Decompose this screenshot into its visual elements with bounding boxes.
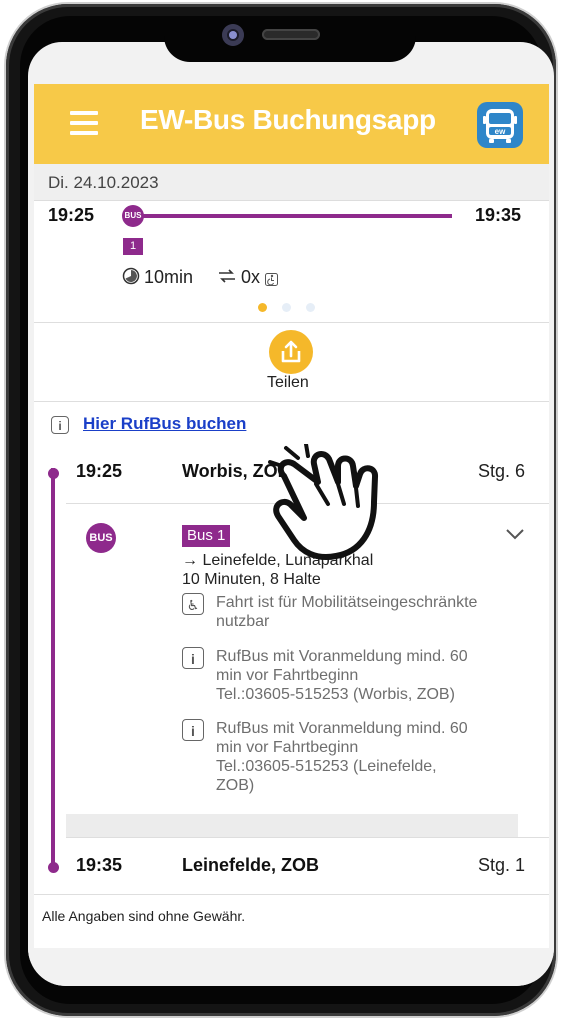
app-header: EW-Bus Buchungsapp ew — [34, 84, 549, 164]
destination-time: 19:35 — [76, 855, 123, 875]
divider — [34, 401, 549, 402]
rufbus-booking-link[interactable]: Hier RufBus buchen — [83, 414, 246, 434]
route-line — [142, 214, 452, 218]
share-button[interactable] — [269, 330, 313, 374]
divider — [34, 322, 549, 323]
phone-frame: EW-Bus Buchungsapp ew Di. 24.10.2023 19:… — [6, 4, 556, 1016]
transfer-count: 0x — [241, 267, 261, 287]
logo-text: ew — [495, 127, 506, 136]
accessibility-note-line: nutzbar — [216, 613, 270, 630]
accessibility-note-line: Fahrt ist für Mobilitätseingeschränkte — [216, 594, 478, 611]
share-label: Teilen — [267, 374, 309, 391]
clock-icon — [122, 267, 140, 288]
chevron-down-icon[interactable] — [504, 527, 526, 541]
timeline-dot-destination — [48, 862, 59, 873]
pager-dot[interactable] — [282, 303, 291, 312]
accessibility-small-icon — [265, 270, 278, 291]
disclaimer-text: Alle Angaben sind ohne Gewähr. — [42, 908, 246, 924]
transfer-icon — [217, 267, 237, 288]
pointing-hand-icon — [268, 444, 378, 560]
screen-bottom-area — [28, 948, 554, 986]
info-icon: i — [51, 416, 69, 434]
destination-platform: Stg. 1 — [478, 855, 526, 875]
pager-dot-active[interactable] — [258, 303, 267, 312]
timeline-line — [51, 468, 55, 868]
origin-time: 19:25 — [76, 461, 123, 481]
rufbus-note-line: min vor Fahrtbeginn — [216, 667, 359, 684]
info-icon: i — [182, 719, 204, 741]
divider — [66, 837, 549, 838]
bus-line-badge: Bus 1 — [182, 525, 231, 547]
rufbus-note-line: min vor Fahrtbeginn — [216, 739, 359, 756]
front-camera — [222, 24, 244, 46]
date-bar: Di. 24.10.2023 — [34, 164, 549, 201]
departure-time: 19:25 — [48, 205, 95, 225]
timeline-dot-origin — [48, 468, 59, 479]
earpiece-speaker — [262, 29, 320, 40]
app-window: EW-Bus Buchungsapp ew Di. 24.10.2023 19:… — [34, 84, 549, 948]
origin-platform: Stg. 6 — [478, 461, 526, 481]
rufbus-note-line: RufBus mit Voranmeldung mind. 60 — [216, 720, 468, 737]
arrival-time: 19:35 — [475, 205, 522, 225]
trip-date: Di. 24.10.2023 — [48, 173, 159, 192]
phone-screen: EW-Bus Buchungsapp ew Di. 24.10.2023 19:… — [28, 42, 554, 986]
leg-footer-bar — [66, 814, 518, 837]
share-icon — [281, 340, 301, 363]
rufbus-note-line: ZOB) — [216, 777, 255, 794]
destination-stop-name: Leinefelde, ZOB — [182, 855, 320, 875]
wheelchair-icon: ♿ — [182, 593, 204, 615]
info-icon: i — [182, 647, 204, 669]
rufbus-note-line: Tel.:03605-515253 (Worbis, ZOB) — [216, 686, 455, 703]
bus-logo-icon: ew — [477, 102, 523, 148]
rufbus-note-line: RufBus mit Voranmeldung mind. 60 — [216, 648, 468, 665]
trip-duration: 10min — [144, 267, 194, 287]
app-title: EW-Bus Buchungsapp — [140, 104, 436, 135]
bus-icon: BUS — [122, 205, 144, 227]
divider — [34, 894, 549, 895]
rufbus-note-line: Tel.:03605-515253 (Leinefelde, — [216, 758, 437, 775]
line-number-badge: 1 — [123, 238, 143, 255]
pager-dot[interactable] — [306, 303, 315, 312]
bus-mode-icon: BUS — [86, 523, 116, 553]
menu-icon[interactable] — [70, 111, 98, 137]
